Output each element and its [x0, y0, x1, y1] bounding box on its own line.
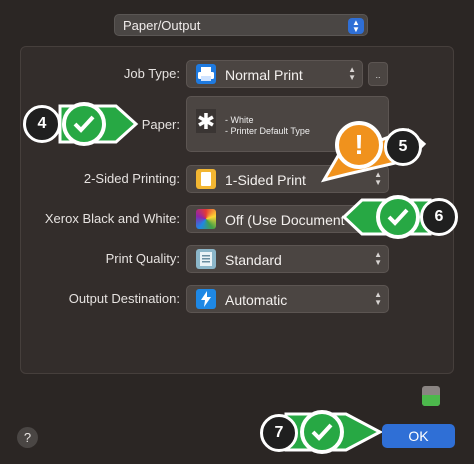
job-type-value: Normal Print	[225, 67, 303, 83]
warning-icon: !	[335, 121, 383, 169]
color-palette-icon	[196, 209, 216, 229]
callout-badge-4: 4	[23, 105, 61, 143]
two-sided-value: 1-Sided Print	[225, 172, 306, 188]
help-button[interactable]: ?	[17, 427, 38, 448]
check-icon	[300, 410, 344, 454]
supply-level-icon	[422, 386, 440, 406]
job-type-label: Job Type:	[123, 66, 180, 81]
print-quality-value: Standard	[225, 252, 282, 268]
xerox-bw-label: Xerox Black and White:	[44, 211, 180, 226]
single-page-icon	[196, 169, 216, 189]
job-type-options-button[interactable]: ..	[368, 62, 388, 86]
check-icon	[376, 195, 420, 239]
two-sided-label: 2-Sided Printing:	[83, 171, 180, 186]
document-lines-icon	[196, 249, 216, 269]
section-select[interactable]: Paper/Output ▲ ▼	[114, 14, 368, 36]
output-destination-label: Output Destination:	[68, 291, 180, 306]
lightning-icon	[196, 289, 216, 309]
output-destination-value: Automatic	[225, 292, 288, 308]
paper-line-2: - Printer Default Type	[225, 126, 310, 136]
asterisk-icon: ✱	[196, 109, 216, 134]
print-quality-popup[interactable]: Standard ▲ ▼	[186, 245, 389, 273]
chevron-updown-icon: ▲ ▼	[374, 290, 382, 307]
ok-button[interactable]: OK	[382, 424, 455, 448]
section-select-value: Paper/Output	[123, 18, 201, 33]
print-quality-label: Print Quality:	[105, 251, 180, 266]
job-type-popup[interactable]: Normal Print ▲ ▼	[186, 60, 363, 88]
callout-badge-6: 6	[420, 198, 458, 236]
chevron-updown-icon: ▲ ▼	[374, 250, 382, 267]
output-destination-popup[interactable]: Automatic ▲ ▼	[186, 285, 389, 313]
chevron-updown-icon: ▲ ▼	[348, 18, 364, 34]
check-icon	[62, 102, 106, 146]
xerox-bw-value: Off (Use Document	[225, 212, 345, 228]
callout-badge-7: 7	[260, 414, 298, 452]
chevron-updown-icon: ▲ ▼	[348, 65, 356, 82]
printer-icon	[196, 64, 216, 84]
paper-label: Paper:	[141, 117, 180, 132]
callout-badge-5: 5	[384, 128, 422, 166]
paper-line-1: - White	[225, 115, 254, 125]
